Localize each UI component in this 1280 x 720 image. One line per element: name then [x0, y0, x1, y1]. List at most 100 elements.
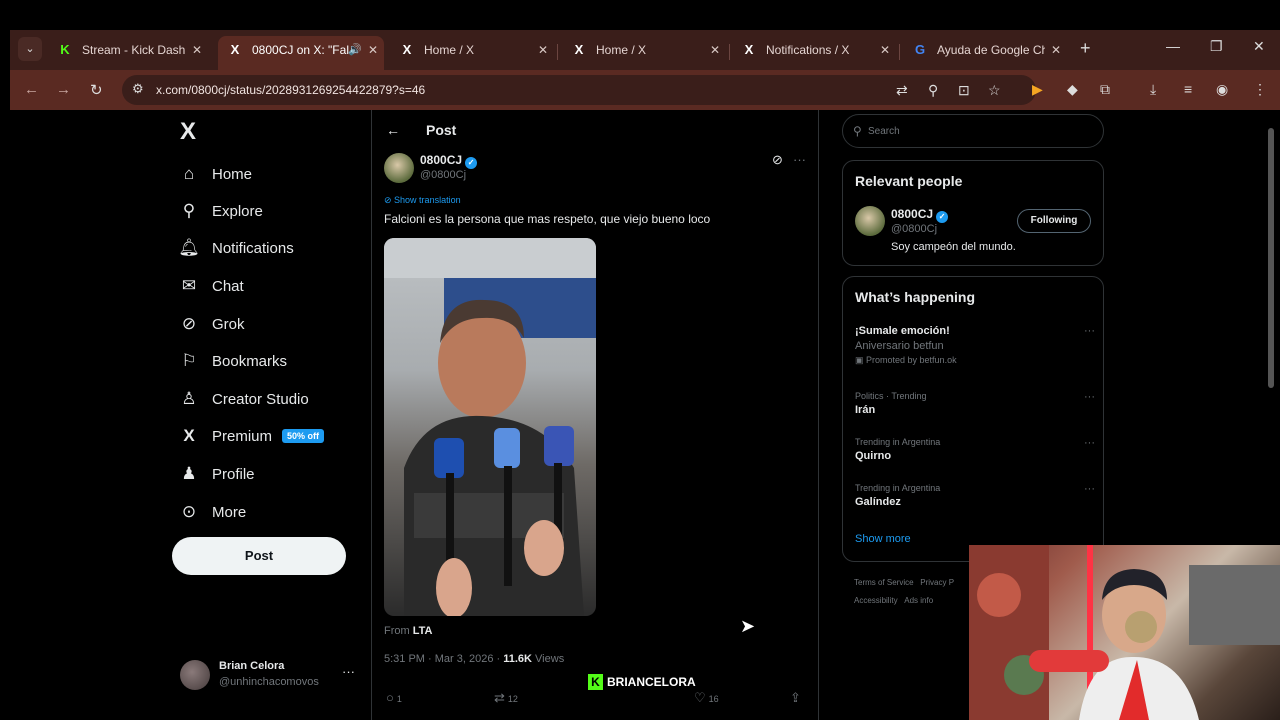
tab-close-icon[interactable]: ✕	[710, 36, 720, 64]
show-translation-link[interactable]: ⊘ Show translation	[384, 195, 461, 206]
nav-explore[interactable]: ⚲ Explore	[178, 197, 263, 225]
like-icon: ♡	[694, 690, 706, 705]
repost-count: 12	[507, 694, 518, 704]
repost-button[interactable]: ⇄ 12	[494, 690, 518, 706]
share-button[interactable]: ⇪	[790, 690, 804, 706]
tab-search-button[interactable]: ⌄	[18, 37, 42, 61]
media-control-icon[interactable]: ≡	[1184, 81, 1192, 97]
tab-home-1[interactable]: X Home / X ✕	[390, 36, 554, 66]
search-icon: ⚲	[182, 201, 196, 220]
footer-links: Terms of Service Privacy P Accessibility…	[854, 574, 954, 610]
trend-item[interactable]: ¡Sumale emoción! Aniversario betfun ▣ Pr…	[855, 325, 1095, 366]
search-placeholder: Search	[868, 126, 900, 137]
person-handle[interactable]: @0800Cj	[891, 223, 937, 235]
footer-link[interactable]: Ads info	[904, 596, 933, 605]
nav-premium[interactable]: X Premium 50% off	[178, 422, 325, 450]
tab-0800cj[interactable]: X 0800CJ on X: "Fal 🔊 ✕	[218, 36, 384, 70]
trend-item[interactable]: Trending in Argentina Galíndez ···	[855, 483, 1095, 508]
profile-icon[interactable]: ◉	[1216, 81, 1228, 98]
download-icon[interactable]: ⤓	[1150, 81, 1156, 98]
author-handle[interactable]: @0800Cj	[420, 169, 466, 181]
back-icon[interactable]: ←	[24, 81, 39, 98]
nav-chat[interactable]: ✉ Chat	[178, 272, 244, 300]
creator-icon: ♙	[181, 389, 197, 408]
nav-grok[interactable]: ⊘ Grok	[178, 310, 245, 338]
post-button[interactable]: Post	[172, 537, 346, 575]
extension-diamond-icon[interactable]: ◆	[1067, 81, 1078, 98]
new-tab-icon[interactable]: +	[1080, 38, 1091, 59]
minimize-icon[interactable]: —	[1166, 38, 1180, 54]
tab-close-icon[interactable]: ✕	[1051, 36, 1061, 64]
like-count: 16	[708, 694, 719, 704]
share-icon: ⇪	[790, 690, 801, 705]
tab-strip: ⌄ K Stream - Kick Dashbo ✕ X 0800CJ on X…	[10, 30, 1280, 70]
nav-label: Premium	[212, 427, 273, 445]
more-dots-icon[interactable]: ···	[1084, 437, 1095, 449]
author-name[interactable]: 0800CJ ✓	[420, 153, 478, 169]
nav-notifications[interactable]: 🔔︎ Notifications	[178, 234, 294, 262]
back-arrow-icon[interactable]: ←	[386, 122, 400, 138]
reply-button[interactable]: ○ 1	[386, 690, 402, 705]
tab-notifications[interactable]: X Notifications / X ✕	[732, 36, 896, 66]
nav-profile[interactable]: ♟ Profile	[178, 460, 254, 488]
window-close-icon[interactable]: ✕	[1253, 38, 1265, 55]
site-settings-icon[interactable]: ⚙	[132, 81, 144, 97]
tweet-time[interactable]: 5:31 PM · Mar 3, 2026 ·	[384, 653, 500, 665]
tab-separator	[899, 44, 900, 60]
more-dots-icon[interactable]: ···	[1084, 325, 1095, 337]
tab-close-icon[interactable]: ✕	[192, 36, 202, 64]
page-title: Post	[426, 122, 457, 138]
person-name[interactable]: 0800CJ ✓	[891, 207, 949, 223]
kick-logo-icon: K	[588, 674, 603, 690]
tab-title: Home / X	[424, 43, 475, 57]
following-button[interactable]: Following	[1017, 209, 1091, 233]
tweet-video[interactable]	[384, 238, 596, 616]
tab-title: Notifications / X	[766, 43, 850, 57]
nav-label: Bookmarks	[212, 352, 288, 370]
more-dots-icon[interactable]: ···	[342, 664, 355, 679]
bookmark-star-icon[interactable]: ☆	[988, 82, 1001, 99]
avatar[interactable]	[855, 206, 885, 236]
browser-menu-icon[interactable]: ⋮	[1253, 81, 1267, 98]
tab-close-icon[interactable]: ✕	[880, 36, 890, 64]
tab-google-help[interactable]: G Ayuda de Google Ch ✕	[903, 36, 1067, 66]
install-icon[interactable]: ⊡	[958, 82, 970, 99]
more-dots-icon[interactable]: ···	[1084, 391, 1095, 403]
more-dots-icon[interactable]: ···	[1084, 483, 1095, 495]
address-bar[interactable]: ⚙ x.com/0800cj/status/202893126925442287…	[122, 75, 1036, 105]
nav-bookmarks[interactable]: ⚐ Bookmarks	[178, 347, 287, 375]
more-dots-icon[interactable]: ···	[793, 152, 806, 167]
nav-home[interactable]: ⌂ Home	[178, 160, 252, 188]
speaker-icon[interactable]: 🔊	[348, 36, 362, 64]
nav-more[interactable]: ⊙ More	[178, 498, 246, 526]
like-button[interactable]: ♡ 16	[694, 690, 719, 706]
from-source-link[interactable]: LTA	[413, 625, 433, 637]
search-input[interactable]: ⚲ Search	[842, 114, 1104, 148]
footer-link[interactable]: Terms of Service	[854, 578, 914, 587]
forward-icon[interactable]: →	[56, 81, 71, 98]
translate-icon[interactable]: ⇄	[896, 82, 908, 99]
grok-explain-icon[interactable]: ⊘	[772, 152, 783, 168]
tab-close-icon[interactable]: ✕	[538, 36, 548, 64]
nav-creator-studio[interactable]: ♙ Creator Studio	[178, 385, 308, 413]
url-text: x.com/0800cj/status/2028931269254422879?…	[156, 83, 426, 97]
author-avatar[interactable]	[384, 153, 414, 183]
footer-link[interactable]: Privacy P	[920, 578, 954, 587]
tab-kick[interactable]: K Stream - Kick Dashbo ✕	[48, 36, 208, 66]
x-logo-icon[interactable]: X	[180, 118, 196, 146]
trend-item[interactable]: Politics · Trending Irán ···	[855, 391, 1095, 416]
trend-extra: Aniversario betfun	[855, 340, 944, 352]
show-more-link[interactable]: Show more	[855, 533, 911, 545]
footer-link[interactable]: Accessibility	[854, 596, 898, 605]
zoom-icon[interactable]: ⚲	[928, 82, 938, 99]
search-icon: ⚲	[853, 124, 862, 138]
page-scrollbar[interactable]	[1268, 128, 1274, 388]
restore-icon[interactable]: ❐	[1210, 38, 1223, 55]
play-extension-icon[interactable]: ▶	[1032, 81, 1043, 98]
tab-close-icon[interactable]: ✕	[368, 36, 378, 64]
account-switcher[interactable]: Brian Celora @unhinchacomovos ···	[180, 658, 360, 698]
puzzle-icon[interactable]: ⧉	[1100, 81, 1110, 98]
trend-item[interactable]: Trending in Argentina Quirno ···	[855, 437, 1095, 462]
reload-icon[interactable]: ↻	[90, 81, 103, 99]
tab-home-2[interactable]: X Home / X ✕	[562, 36, 726, 66]
